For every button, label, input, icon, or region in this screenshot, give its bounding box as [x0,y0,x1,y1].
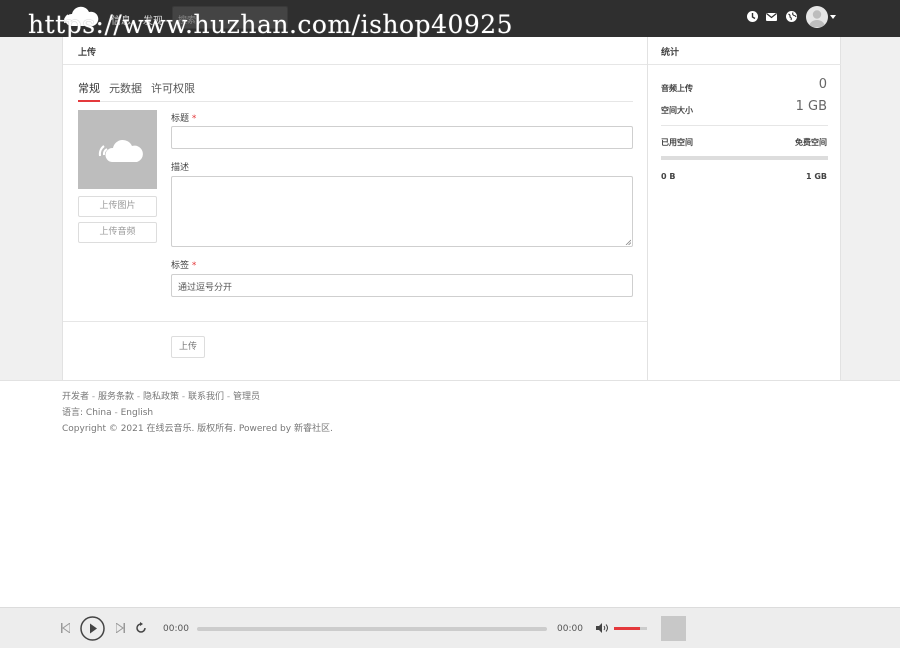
globe-icon[interactable] [785,10,798,23]
footer-link-contact[interactable]: 联系我们 [188,392,224,402]
volume-icon[interactable] [596,623,608,633]
cover-art-placeholder [78,110,157,189]
description-label: 描述 [171,163,190,173]
footer-links: 开发者 - 服务条款 - 隐私政策 - 联系我们 - 管理员 [62,389,260,402]
tags-input[interactable]: 通过逗号分开 [171,274,633,297]
footer-separator: - [224,392,233,402]
language-china[interactable]: China [86,408,112,418]
stats-title: 统计 [661,48,680,58]
next-icon[interactable] [116,623,125,633]
tags-label: 标签 * [171,261,197,271]
panel-divider [63,64,647,65]
search-input[interactable]: 搜索 [172,6,288,29]
footer-language: 语言: China - English [62,405,153,418]
space-label: 空间大小 [661,106,693,115]
stats-panel: 统计 音频上传 0 空间大小 1 GB 已用空间 免费空间 0 B 1 GB [647,37,841,380]
tab-metadata[interactable]: 元数据 [109,80,142,102]
volume-slider[interactable] [614,627,647,630]
space-value: 1 GB [795,99,827,114]
required-mark: * [191,261,197,271]
chevron-down-icon[interactable] [830,15,836,19]
footer-copyright: Copyright © 2021 在线云音乐. 版权所有. Powered by… [62,421,333,434]
upload-image-button[interactable]: 上传图片 [78,196,157,217]
uploads-label: 音频上传 [661,84,693,93]
progress-bar[interactable] [197,627,547,631]
powered-by-link[interactable]: 新睿社区. [294,424,333,434]
footer-divider [0,380,900,381]
upload-submit-button[interactable]: 上传 [171,336,205,358]
tab-general[interactable]: 常规 [78,80,100,102]
upload-tabs: 常规 元数据 许可权限 [78,80,633,102]
volume-fill [614,627,641,630]
description-textarea[interactable] [171,176,633,247]
mail-icon[interactable] [765,10,778,23]
top-navbar: 信息 发现 搜索 https://www.huzhan.com/ishop409… [0,0,900,39]
upload-panel-title: 上传 [78,48,97,58]
footer-link-terms[interactable]: 服务条款 [98,392,134,402]
user-silhouette-icon [809,10,825,27]
required-mark: * [191,114,197,124]
audio-player: 00:00 00:00 [0,607,900,648]
copyright-text: Copyright © 2021 在线云音乐. 版权所有. Powered by [62,424,292,434]
footer-separator: - [89,392,98,402]
free-space-value: 1 GB [805,172,827,181]
panel-divider [648,64,841,65]
language-prefix: 语言: [62,408,86,418]
current-time: 00:00 [163,624,189,634]
footer-link-admin[interactable]: 管理员 [233,392,260,402]
uploads-value: 0 [818,77,827,92]
previous-icon[interactable] [61,623,70,633]
footer-separator: - [134,392,143,402]
free-space-label: 免费空间 [795,138,827,147]
play-icon[interactable] [80,616,105,641]
language-english[interactable]: English [121,408,154,418]
title-label: 标题 * [171,114,197,124]
footer-link-privacy[interactable]: 隐私政策 [143,392,179,402]
nav-explore-link[interactable]: 发现 [143,12,163,27]
track-thumbnail[interactable] [661,616,686,641]
resize-grip-icon[interactable] [625,239,631,245]
upload-audio-button[interactable]: 上传音频 [78,222,157,243]
footer-separator: - [111,408,121,418]
space-usage-bar [661,156,828,160]
cloud-logo-icon[interactable] [62,5,102,31]
user-avatar[interactable] [806,6,828,28]
form-divider [63,321,647,322]
used-space-label: 已用空间 [661,138,693,147]
footer-link-developers[interactable]: 开发者 [62,392,89,402]
footer-separator: - [179,392,188,402]
cloud-music-icon [98,139,143,162]
upload-panel: 上传 常规 元数据 许可权限 上传图片 上传音频 标题 * 描述 标签 * 通过… [62,37,647,380]
stats-divider [661,125,828,126]
activity-icon[interactable] [746,10,759,23]
used-space-value: 0 B [661,172,676,181]
repeat-icon[interactable] [135,622,147,634]
total-time: 00:00 [557,624,583,634]
title-input[interactable] [171,126,633,149]
nav-feed-link[interactable]: 信息 [111,12,131,27]
tab-permissions[interactable]: 许可权限 [151,80,195,102]
